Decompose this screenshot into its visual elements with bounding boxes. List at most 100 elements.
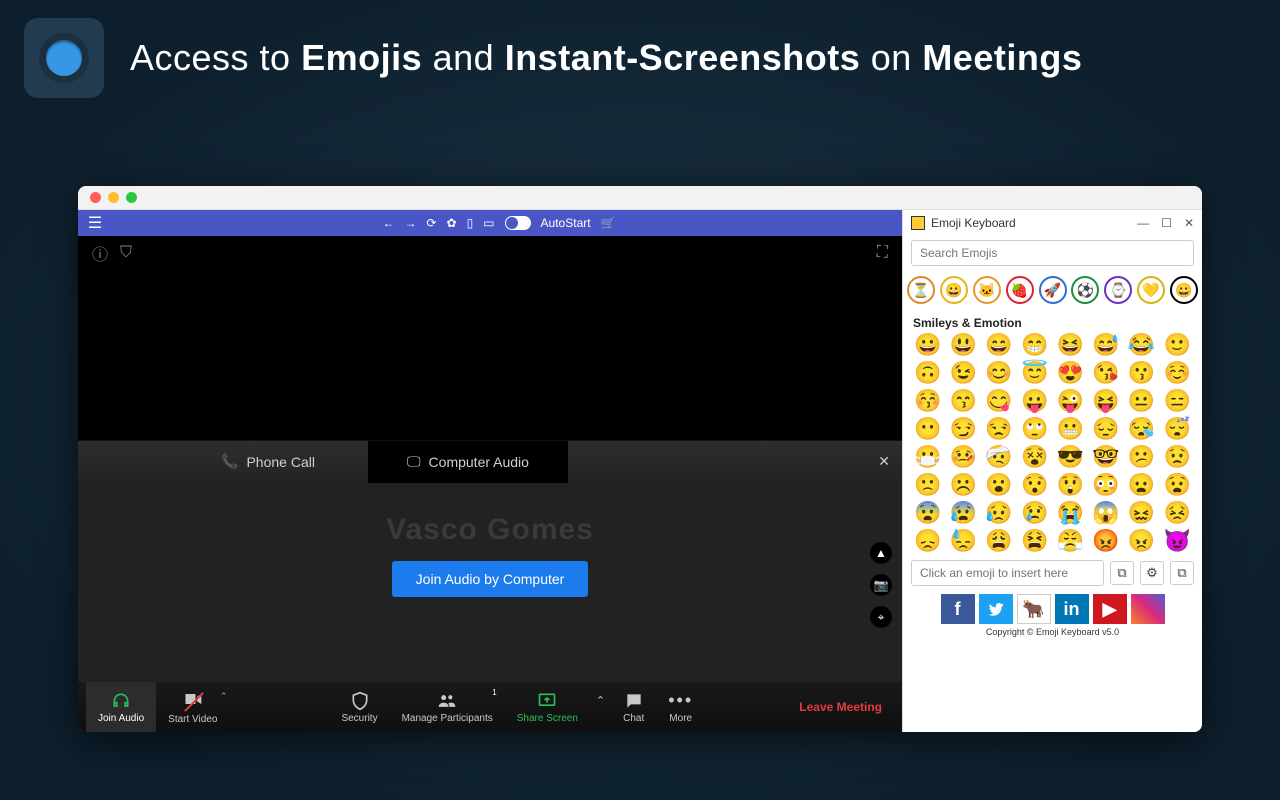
emoji-item[interactable]: 😪 (1127, 418, 1157, 440)
leave-meeting-button[interactable]: Leave Meeting (787, 700, 894, 714)
start-video-control[interactable]: Start Video ⌃ (156, 682, 229, 732)
emoji-item[interactable]: 😛 (1020, 390, 1050, 412)
emoji-item[interactable]: 😰 (949, 502, 979, 524)
emoji-item[interactable]: 😋 (984, 390, 1014, 412)
emoji-item[interactable]: 😄 (984, 334, 1014, 356)
join-audio-control[interactable]: Join Audio (86, 682, 156, 732)
window-close-icon[interactable]: ✕ (1184, 216, 1194, 230)
emoji-item[interactable]: 😜 (1056, 390, 1086, 412)
emoji-category[interactable]: 🚀 (1039, 276, 1067, 304)
join-audio-button[interactable]: Join Audio by Computer (392, 561, 589, 597)
emoji-item[interactable]: ☹️ (949, 474, 979, 496)
twitter-icon[interactable] (979, 594, 1013, 624)
emoji-item[interactable]: 😫 (1020, 530, 1050, 552)
facebook-icon[interactable]: f (941, 594, 975, 624)
more-control[interactable]: ••• More (656, 682, 705, 732)
linkedin-icon[interactable]: in (1055, 594, 1089, 624)
emoji-item[interactable]: 😵 (1020, 446, 1050, 468)
emoji-item[interactable]: 😒 (984, 418, 1014, 440)
emoji-search-input[interactable] (911, 240, 1194, 266)
camera-icon[interactable]: 📷 (870, 574, 892, 596)
emoji-category[interactable]: 😀 (940, 276, 968, 304)
close-icon[interactable]: ✕ (878, 453, 890, 470)
tab-computer-audio[interactable]: 🖵Computer Audio (368, 441, 568, 483)
minimize-dot[interactable] (108, 192, 119, 203)
emoji-item[interactable]: 🙄 (1020, 418, 1050, 440)
emoji-item[interactable]: 😩 (984, 530, 1014, 552)
chevron-up-icon[interactable]: ▲ (870, 542, 892, 564)
emoji-item[interactable]: 😶 (913, 418, 943, 440)
emoji-item[interactable]: 😇 (1020, 362, 1050, 384)
emoji-item[interactable]: 😨 (913, 502, 943, 524)
manage-participants-control[interactable]: 1 Manage Participants (390, 682, 505, 732)
emoji-item[interactable]: 😃 (949, 334, 979, 356)
info-icon[interactable]: ⓘ (92, 241, 108, 265)
emoji-item[interactable]: 😅 (1091, 334, 1121, 356)
emoji-item[interactable]: 😙 (949, 390, 979, 412)
emoji-item[interactable]: 🙃 (913, 362, 943, 384)
window-maximize-icon[interactable]: ☐ (1161, 216, 1172, 230)
instagram-icon[interactable] (1131, 594, 1165, 624)
emoji-item[interactable]: 😚 (913, 390, 943, 412)
popout-icon[interactable]: ⧉ (1170, 561, 1194, 585)
emoji-item[interactable]: 😞 (913, 530, 943, 552)
emoji-item[interactable]: 😁 (1020, 334, 1050, 356)
emoji-item[interactable]: 😦 (1127, 474, 1157, 496)
menu-icon[interactable]: ☰ (86, 213, 104, 233)
autostart-toggle[interactable] (505, 216, 531, 230)
shield-check-icon[interactable]: ⛉ (120, 244, 132, 262)
emoji-insert-input[interactable] (911, 560, 1104, 586)
emoji-item[interactable]: 🙂 (1162, 334, 1192, 356)
emoji-item[interactable]: 😬 (1056, 418, 1086, 440)
nav-back-icon[interactable]: ← (382, 216, 394, 230)
emoji-item[interactable]: 😧 (1162, 474, 1192, 496)
emoji-item[interactable]: 🤒 (949, 446, 979, 468)
emoji-item[interactable]: 😔 (1091, 418, 1121, 440)
emoji-item[interactable]: 😆 (1056, 334, 1086, 356)
share-caret[interactable]: ⌃ (590, 682, 611, 732)
emoji-item[interactable]: 😟 (1162, 446, 1192, 468)
emoji-item[interactable]: 😖 (1127, 502, 1157, 524)
emoji-item[interactable]: 😠 (1127, 530, 1157, 552)
emoji-item[interactable]: 😐 (1127, 390, 1157, 412)
security-control[interactable]: Security (329, 682, 389, 732)
emoji-item[interactable]: 😏 (949, 418, 979, 440)
gear-icon[interactable]: ⚙ (1140, 561, 1164, 585)
emoji-item[interactable]: 😯 (1020, 474, 1050, 496)
window-minimize-icon[interactable]: — (1137, 216, 1149, 230)
emoji-category[interactable]: 🐱 (973, 276, 1001, 304)
maximize-dot[interactable] (126, 192, 137, 203)
youtube-icon[interactable]: ▶ (1093, 594, 1127, 624)
emoji-category[interactable]: ⚽ (1071, 276, 1099, 304)
emoji-item[interactable]: 😎 (1056, 446, 1086, 468)
nav-forward-icon[interactable]: → (404, 216, 416, 230)
emoji-item[interactable]: 😱 (1091, 502, 1121, 524)
emoji-item[interactable]: 😓 (949, 530, 979, 552)
emoji-item[interactable]: 😢 (1020, 502, 1050, 524)
fullscreen-icon[interactable]: ⛶ (877, 244, 888, 262)
emoji-item[interactable]: 🙁 (913, 474, 943, 496)
compass-icon[interactable]: ⌖ (870, 606, 892, 628)
settings-icon[interactable]: ✿ (447, 216, 457, 230)
emoji-item[interactable]: 😕 (1127, 446, 1157, 468)
emoji-item[interactable]: 😘 (1091, 362, 1121, 384)
emoji-item[interactable]: 😉 (949, 362, 979, 384)
emoji-item[interactable]: 😀 (913, 334, 943, 356)
close-dot[interactable] (90, 192, 101, 203)
reload-icon[interactable]: ⟳ (426, 216, 436, 230)
emoji-item[interactable]: 😡 (1091, 530, 1121, 552)
emoji-category[interactable]: 🍓 (1006, 276, 1034, 304)
bull-icon[interactable]: 🐂 (1017, 594, 1051, 624)
emoji-item[interactable]: 😭 (1056, 502, 1086, 524)
emoji-item[interactable]: 🤓 (1091, 446, 1121, 468)
emoji-item[interactable]: 😝 (1091, 390, 1121, 412)
chat-control[interactable]: Chat (611, 682, 656, 732)
copy-icon[interactable]: ⧉ (1110, 561, 1134, 585)
emoji-category[interactable]: ⌚ (1104, 276, 1132, 304)
emoji-item[interactable]: 😲 (1056, 474, 1086, 496)
emoji-item[interactable]: 😤 (1056, 530, 1086, 552)
emoji-category[interactable]: 💛 (1137, 276, 1165, 304)
emoji-category[interactable]: ⏳ (907, 276, 935, 304)
emoji-item[interactable]: 😗 (1127, 362, 1157, 384)
emoji-item[interactable]: 😥 (984, 502, 1014, 524)
